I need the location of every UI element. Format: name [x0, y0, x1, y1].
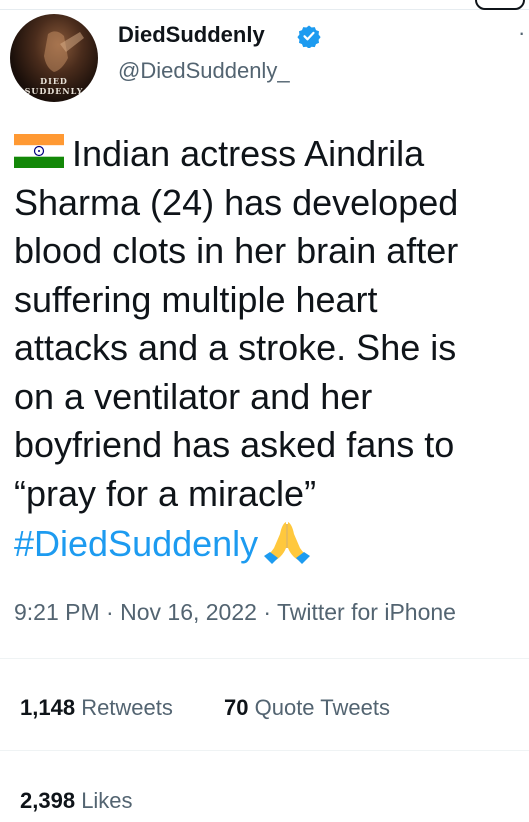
- tweet-date[interactable]: Nov 16, 2022: [120, 599, 257, 625]
- likes-label: Likes: [81, 788, 133, 813]
- divider: [0, 658, 529, 659]
- quote-tweets-stat[interactable]: 70 Quote Tweets: [224, 695, 390, 721]
- top-pill-button[interactable]: [475, 0, 525, 10]
- retweets-label: Retweets: [81, 695, 173, 720]
- tweet-meta: 9:21 PM · Nov 16, 2022 · Twitter for iPh…: [14, 599, 456, 626]
- more-options-icon[interactable]: ·: [518, 22, 525, 44]
- likes-stat[interactable]: 2,398 Likes: [20, 788, 133, 814]
- author-handle[interactable]: @DiedSuddenly_: [118, 58, 290, 84]
- avatar[interactable]: DIED SUDDENLY: [10, 14, 98, 102]
- avatar-title: DIED SUDDENLY: [24, 76, 84, 96]
- tweet-body: Indian actress Aindrila Sharma (24) has …: [14, 133, 459, 514]
- quotes-label: Quote Tweets: [254, 695, 390, 720]
- author-display-name[interactable]: DiedSuddenly: [118, 22, 265, 48]
- india-flag-icon: [14, 134, 64, 168]
- tweet-text: Indian actress Aindrila Sharma (24) has …: [14, 130, 526, 569]
- retweets-stat[interactable]: 1,148 Retweets: [20, 695, 173, 721]
- folded-hands-icon: [264, 522, 311, 564]
- tweet-time[interactable]: 9:21 PM: [14, 599, 100, 625]
- verified-badge-icon: [297, 25, 321, 48]
- likes-count: 2,398: [20, 788, 76, 813]
- quotes-count: 70: [224, 695, 249, 720]
- top-bar: [0, 0, 529, 10]
- tweet-source[interactable]: Twitter for iPhone: [277, 599, 456, 625]
- meta-separator: ·: [263, 599, 271, 625]
- divider: [0, 750, 529, 751]
- hashtag-link[interactable]: #DiedSuddenly: [14, 523, 258, 564]
- retweets-count: 1,148: [20, 695, 76, 720]
- meta-separator: ·: [106, 599, 114, 625]
